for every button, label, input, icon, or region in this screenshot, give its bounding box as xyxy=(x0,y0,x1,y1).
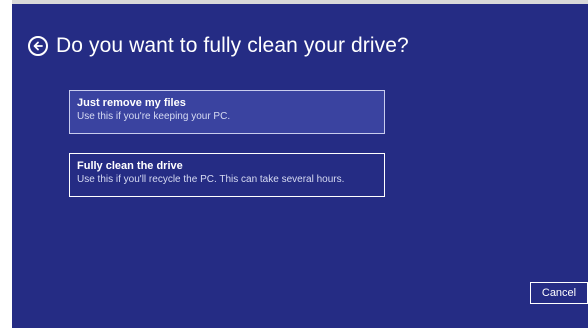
arrow-left-icon xyxy=(33,41,43,51)
cancel-button[interactable]: Cancel xyxy=(530,282,588,304)
page-title: Do you want to fully clean your drive? xyxy=(56,34,409,57)
option-fully-clean-drive[interactable]: Fully clean the drive Use this if you'll… xyxy=(69,153,385,197)
option-description: Use this if you're keeping your PC. xyxy=(77,111,231,122)
option-title: Fully clean the drive xyxy=(77,160,183,172)
option-description: Use this if you'll recycle the PC. This … xyxy=(77,174,345,185)
window-frame: Do you want to fully clean your drive? J… xyxy=(0,0,588,328)
left-border xyxy=(0,0,12,328)
header: Do you want to fully clean your drive? xyxy=(28,32,409,60)
option-just-remove-files[interactable]: Just remove my files Use this if you're … xyxy=(69,90,385,134)
back-button[interactable] xyxy=(28,36,48,56)
option-title: Just remove my files xyxy=(77,97,186,109)
